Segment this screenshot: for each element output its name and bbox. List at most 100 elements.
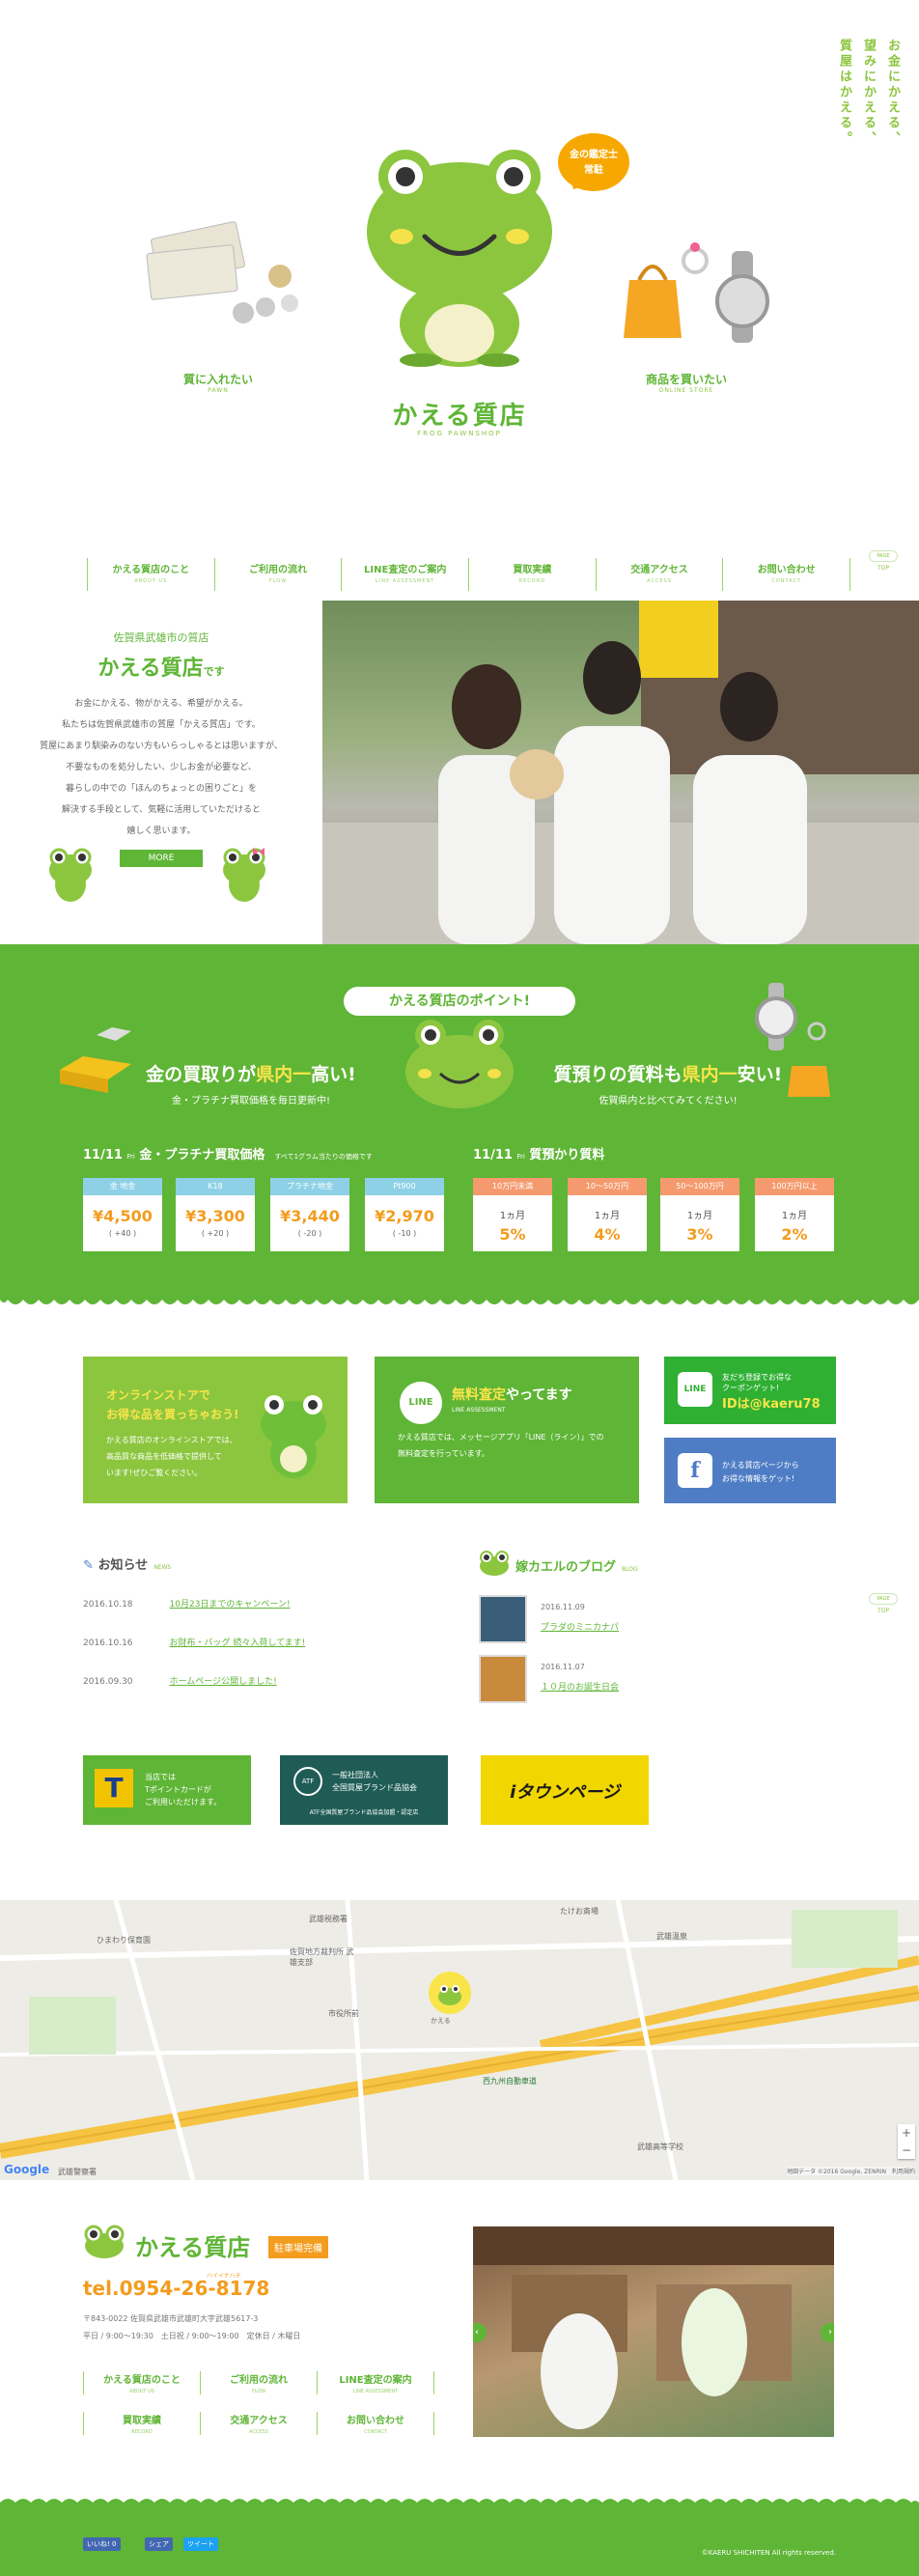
line-icon: LINE: [678, 1372, 712, 1407]
fee-day: Fri: [516, 1153, 525, 1161]
fee-label: 50〜100万円: [660, 1178, 739, 1195]
store-photo-slider[interactable]: ‹ ›: [473, 2226, 834, 2437]
google-logo[interactable]: Google: [4, 2163, 49, 2176]
pawn-link-sub: PAWN: [208, 387, 229, 394]
footer-nav-contact[interactable]: お問い合わせ CONTACT: [317, 2412, 434, 2435]
map-label: ひまわり保育園: [97, 1936, 151, 1945]
blog-link[interactable]: １０月のお誕生日会: [541, 1680, 619, 1693]
nav-item-flow[interactable]: ご利用の流れ FLOW: [213, 558, 343, 591]
atf-line: 一般社団法人: [332, 1771, 378, 1779]
atf-banner[interactable]: ATF 一般社団法人 全国質屋ブランド品協会 ATF全国質屋ブランド品協会加盟・…: [280, 1755, 448, 1825]
parking-badge: 駐車場完備: [268, 2236, 328, 2258]
intro-line: お金にかえる、物がかえる、希望がかえる。: [74, 699, 248, 709]
frog-small-icon: [49, 848, 92, 902]
footer-bar: いいね! 0 シェア ツイート ©KAERU SHICHITEN All rig…: [0, 2499, 919, 2576]
news-item: 2016.09.30 ホームページ公開しました!: [83, 1674, 277, 1687]
news-link[interactable]: お財布・バッグ 続々入荷してます!: [170, 1638, 306, 1648]
blog-thumbnail: [479, 1655, 527, 1703]
page-top-button[interactable]: PAGE TOP: [869, 550, 898, 572]
nav-item-about[interactable]: かえる質店のこと ABOUT US: [87, 558, 215, 591]
pawn-link-label: 質に入れたい: [182, 373, 253, 386]
point-text: 質預りの質料も: [553, 1064, 682, 1085]
nav-sub: FLOW: [268, 578, 288, 584]
nav-item-line[interactable]: LINE査定のご案内 LINE ASSESSMENT: [341, 558, 470, 591]
tpoint-text: 当店では Tポイントカードが ご利用いただけます。: [145, 1771, 221, 1808]
itownpage-logo: iタウンページ: [510, 1782, 620, 1803]
price-value: ¥4,500: [93, 1207, 153, 1225]
point-fee: 質預りの質料も県内一安い! 佐賀県内と比べてみてください!: [533, 1060, 803, 1106]
online-store-banner[interactable]: オンラインストアで お得な品を買っちゃおう! かえる質店のオンラインストアでは、…: [83, 1357, 348, 1503]
nav-item-contact[interactable]: お問い合わせ CONTACT: [722, 558, 851, 591]
page-top-button[interactable]: PAGE TOP: [869, 1593, 898, 1614]
zoom-control[interactable]: + −: [898, 2124, 915, 2159]
money-illustration: [146, 221, 298, 323]
line-id: IDは@kaeru78: [722, 1393, 836, 1412]
map-label: たけお斎場: [560, 1907, 599, 1916]
map-label: 武雄高等学校: [637, 2142, 683, 2151]
price-value: ¥3,300: [185, 1207, 245, 1225]
global-nav: かえる質店のこと ABOUT US ご利用の流れ FLOW LINE査定のご案内 LI…: [87, 558, 851, 591]
pawn-link[interactable]: 質に入れたい PAWN: [160, 371, 276, 394]
line-assessment-banner[interactable]: LINE 無料査定やってます LINE ASSESSMENT かえる質店では、メ…: [375, 1357, 639, 1503]
wave-divider: [0, 2499, 919, 2508]
slider-next-button[interactable]: ›: [821, 2323, 834, 2342]
footer-logo[interactable]: かえる質店: [135, 2228, 250, 2262]
map-label: 市役所前: [328, 2009, 359, 2018]
fee-period: 1ヵ月: [781, 1211, 808, 1221]
footer-nav-record[interactable]: 買取実績 RECORD: [83, 2412, 201, 2435]
logo-title[interactable]: かえる質店: [0, 396, 919, 432]
footer-nav-sub: ABOUT US: [129, 2389, 154, 2394]
frog-small-icon: [223, 848, 265, 902]
more-button[interactable]: MORE: [120, 850, 203, 867]
map-label: 武雄温泉: [656, 1932, 687, 1941]
point-emphasis: 県内一: [682, 1064, 738, 1085]
nav-label: 買取実績: [513, 565, 552, 575]
line-friend-banner[interactable]: LINE 友だち登録でお得な クーポンゲット! IDは@kaeru78: [664, 1357, 836, 1424]
news-link[interactable]: ホームページ公開しました!: [170, 1677, 277, 1687]
point-text: 金の買取りが: [146, 1064, 257, 1085]
news-date: 2016.09.30: [83, 1677, 133, 1687]
facebook-banner[interactable]: f かえる質店ページから お得な情報をゲット!: [664, 1438, 836, 1503]
frog-face-icon: [405, 1020, 514, 1108]
blog-title: 嫁カエルのブログ: [515, 1560, 617, 1575]
nav-item-access[interactable]: 交通アクセス ACCESS: [595, 558, 724, 591]
fee-card: 10万円未満 1ヵ月 5%: [473, 1178, 552, 1251]
nav-item-record[interactable]: 買取実績 RECORD: [468, 558, 597, 591]
footer-tel[interactable]: tel.0954-26-8178: [83, 2277, 269, 2300]
tpoint-line: ご利用いただけます。: [145, 1798, 222, 1806]
nav-label: お問い合わせ: [757, 565, 816, 575]
footer-nav-access[interactable]: 交通アクセス ACCESS: [200, 2412, 318, 2435]
points-title: かえる質店のポイント!: [344, 987, 575, 1016]
nav-label: ご利用の流れ: [249, 565, 307, 575]
footer-nav-line[interactable]: LINE査定の案内 LINE ASSESSMENT: [317, 2371, 434, 2394]
map-credit[interactable]: 地図データ ©2016 Google, ZENRIN 利用規約: [787, 2167, 915, 2175]
news-link[interactable]: 10月23日までのキャンペーン!: [170, 1600, 291, 1610]
price-title: 金・プラチナ買取価格: [139, 1148, 265, 1162]
price-label: 金 地金: [83, 1178, 162, 1195]
shop-marker-icon[interactable]: [429, 1972, 471, 2014]
appraiser-bubble: 金の鑑定士 常駐: [558, 133, 629, 191]
footer-nav-flow[interactable]: ご利用の流れ FLOW: [200, 2371, 318, 2394]
footer-nav-about[interactable]: かえる質店のこと ABOUT US: [83, 2371, 201, 2394]
fee-heading: 11/11 Fri 質預かり質料: [473, 1144, 604, 1162]
itownpage-banner[interactable]: iタウンページ: [481, 1755, 649, 1825]
news-item: 2016.10.16 お財布・バッグ 続々入荷してます!: [83, 1636, 305, 1648]
banner-desc: かえる質店では、メッセージアプリ「LINE（ライン）」での 無料査定を行っていま…: [398, 1429, 639, 1462]
point-text: 安い!: [737, 1064, 783, 1085]
store-link[interactable]: 商品を買いたい ONLINE STORE: [624, 371, 749, 394]
line-icon: LINE: [400, 1382, 442, 1424]
facebook-like-button[interactable]: いいね! 0: [83, 2537, 121, 2551]
tpoint-banner[interactable]: T 当店では Tポイントカードが ご利用いただけます。: [83, 1755, 251, 1825]
frog-logo-icon: [84, 2225, 125, 2258]
intro-line: 不要なものを処分したい、少しお金が必要など、: [66, 763, 257, 772]
facebook-share-button[interactable]: シェア: [145, 2537, 173, 2551]
news-title: お知らせ: [97, 1558, 149, 1573]
intro-title: かえる質店です: [0, 651, 322, 682]
google-map[interactable]: ひまわり保育園 武雄税務署 佐賀地方裁判所 武雄支部 たけお斎場 武雄温泉 武雄…: [0, 1900, 919, 2180]
nav-label: かえる質店のこと: [112, 565, 190, 575]
bubble-line: 常駐: [584, 165, 603, 176]
blog-link[interactable]: プラダのミニカナパ: [541, 1620, 619, 1633]
tpoint-icon: T: [95, 1769, 133, 1807]
tweet-button[interactable]: ツイート: [183, 2537, 218, 2551]
fee-label: 100万円以上: [755, 1178, 834, 1195]
